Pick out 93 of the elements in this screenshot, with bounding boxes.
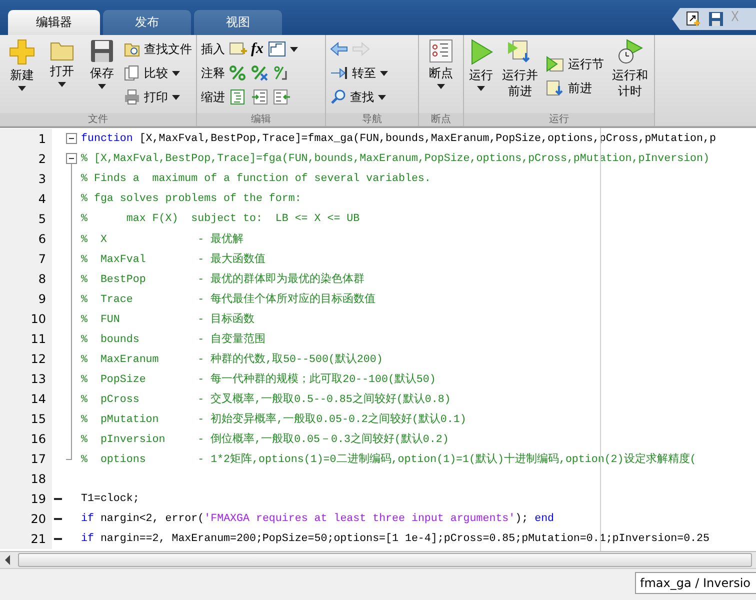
line-number: 1	[0, 129, 52, 149]
ribbon-tab[interactable]: 编辑器	[8, 10, 100, 35]
smart-indent-icon	[229, 89, 247, 105]
indent-label: 缩进	[201, 88, 225, 106]
compare-button[interactable]: 比较	[124, 63, 192, 83]
printer-icon	[124, 89, 140, 105]
code-line: % Trace - 每代最佳个体所对应的目标函数值	[81, 292, 376, 306]
section-label: 导航	[326, 113, 418, 126]
code-line: % max F(X) subject to: LB <= X <= UB	[81, 213, 360, 225]
stopwatch-icon	[617, 39, 643, 65]
advance-icon	[546, 80, 564, 96]
code-line: T1=clock;	[81, 493, 140, 505]
code-line: % pMutation - 初始变异概率,一般取0.05-0.2之间较好(默认0.1)	[81, 412, 466, 426]
go-to-arrow-icon	[330, 66, 348, 80]
line-number: 4	[0, 189, 52, 209]
save-icon	[708, 11, 724, 27]
line-number: 8	[0, 269, 52, 289]
code-line: % X - 最优解	[81, 232, 244, 246]
code-line: if nargin<2, error('FMAXGA requires at least three input arguments'); end	[81, 513, 554, 525]
code-line: % pInversion - 倒位概率,一般取0.05－0.3之间较好(默认0.2)	[81, 432, 449, 446]
folder-search-icon	[124, 41, 140, 57]
code-line: % MaxFval - 最大函数值	[81, 252, 266, 266]
fold-toggle-icon[interactable]	[66, 133, 77, 144]
code-line: function [X,MaxFval,BestPop,Trace]=fmax_ga(FUN,bounds,MaxEranum,PopSize,options,pCross,pMutation,p	[81, 133, 716, 145]
insert-text-icon	[229, 41, 247, 57]
play-icon	[469, 39, 493, 65]
find-files-button[interactable]: 查找文件	[124, 39, 192, 59]
comment-label: 注释	[201, 64, 225, 82]
line-number: 7	[0, 249, 52, 269]
decrease-indent-icon	[273, 89, 291, 105]
breakpoints-icon	[429, 39, 453, 63]
section-label: 编辑	[197, 113, 325, 126]
compare-icon	[124, 65, 140, 81]
section-label: 文件	[0, 113, 196, 126]
insert-label: 插入	[201, 40, 225, 58]
line-number: 18	[0, 469, 52, 489]
line-number: 19	[0, 489, 52, 509]
shortcut-icon	[686, 11, 702, 27]
code-line: % BestPop - 最优的群体即为最优的染色体群	[81, 272, 365, 286]
code-line: % MaxEranum - 种群的代数,取50--500(默认200)	[81, 352, 383, 366]
line-number: 15	[0, 409, 52, 429]
percent-icon	[229, 65, 247, 81]
line-number: 10	[0, 309, 52, 329]
line-number: 2	[0, 149, 52, 169]
ribbon-tab[interactable]: 发布	[103, 10, 191, 35]
run-section-icon	[546, 56, 564, 72]
line-number: 11	[0, 329, 52, 349]
line-number: 16	[0, 429, 52, 449]
line-number: 20	[0, 509, 52, 529]
line-number: 6	[0, 229, 52, 249]
line-number: 12	[0, 349, 52, 369]
line-number: 3	[0, 169, 52, 189]
advance-button[interactable]: 前进	[546, 78, 604, 98]
line-number: 21	[0, 529, 52, 549]
uncomment-icon	[251, 65, 269, 81]
find-button[interactable]: 查找	[330, 87, 388, 107]
code-line: % pCross - 交叉概率,一般取0.5--0.85之间较好(默认0.8)	[81, 392, 451, 406]
section-label: 断点	[419, 113, 463, 126]
section-label: 运行	[464, 113, 654, 126]
back-arrow-icon[interactable]	[330, 42, 348, 56]
scrollbar-thumb[interactable]	[18, 553, 752, 567]
fold-toggle-icon[interactable]	[66, 153, 77, 164]
save-button[interactable]: 保存	[84, 39, 120, 113]
line-number: 13	[0, 369, 52, 389]
run-and-advance-button[interactable]: 运行并前进	[500, 39, 540, 113]
code-line: if nargin==2, MaxEranum=200;PopSize=50;options=[1 1e-4];pCross=0.85;pMutation=0.1;pInversion=0.25	[81, 533, 710, 545]
line-number: 9	[0, 289, 52, 309]
increase-indent-icon	[251, 89, 269, 105]
function-icon[interactable]: fx	[251, 40, 264, 58]
section-icon	[268, 41, 286, 57]
line-number: 5	[0, 209, 52, 229]
code-line: % [X,MaxFval,BestPop,Trace]=fga(FUN,bounds,MaxEranum,PopSize,options,pCross,pMutation,pInversion)	[81, 153, 710, 165]
run-button[interactable]: 运行	[468, 39, 494, 113]
ribbon-tab[interactable]: 视图	[194, 10, 282, 35]
print-button[interactable]: 打印	[124, 87, 192, 107]
open-button[interactable]: 打开	[44, 39, 80, 113]
new-button[interactable]: 新建	[4, 39, 40, 113]
run-and-time-button[interactable]: 运行和计时	[610, 39, 650, 113]
code-line: % PopSize - 每一代种群的规模；此可取20--100(默认50)	[81, 372, 436, 386]
code-line: % fga solves problems of the form:	[81, 193, 302, 205]
line-number: 14	[0, 389, 52, 409]
function-path-field[interactable]: fmax_ga / Inversio	[635, 572, 756, 594]
run-section-button[interactable]: 运行节	[546, 54, 604, 74]
search-icon	[330, 89, 346, 105]
breakpoints-button[interactable]: 断点	[423, 39, 459, 113]
go-to-button[interactable]: 转至	[330, 63, 388, 83]
plus-icon	[9, 39, 35, 65]
code-line: % bounds - 自变量范围	[81, 332, 266, 346]
code-line: % FUN - 目标函数	[81, 312, 255, 326]
scroll-left-icon	[4, 555, 12, 565]
code-line: % Finds a maximum of a function of several variables.	[81, 173, 431, 185]
code-line: % options - 1*2矩阵,options(1)=0二进制编码,option(1)=1(默认)十进制编码,option(2)设定求解精度(	[81, 452, 696, 466]
line-number: 17	[0, 449, 52, 469]
